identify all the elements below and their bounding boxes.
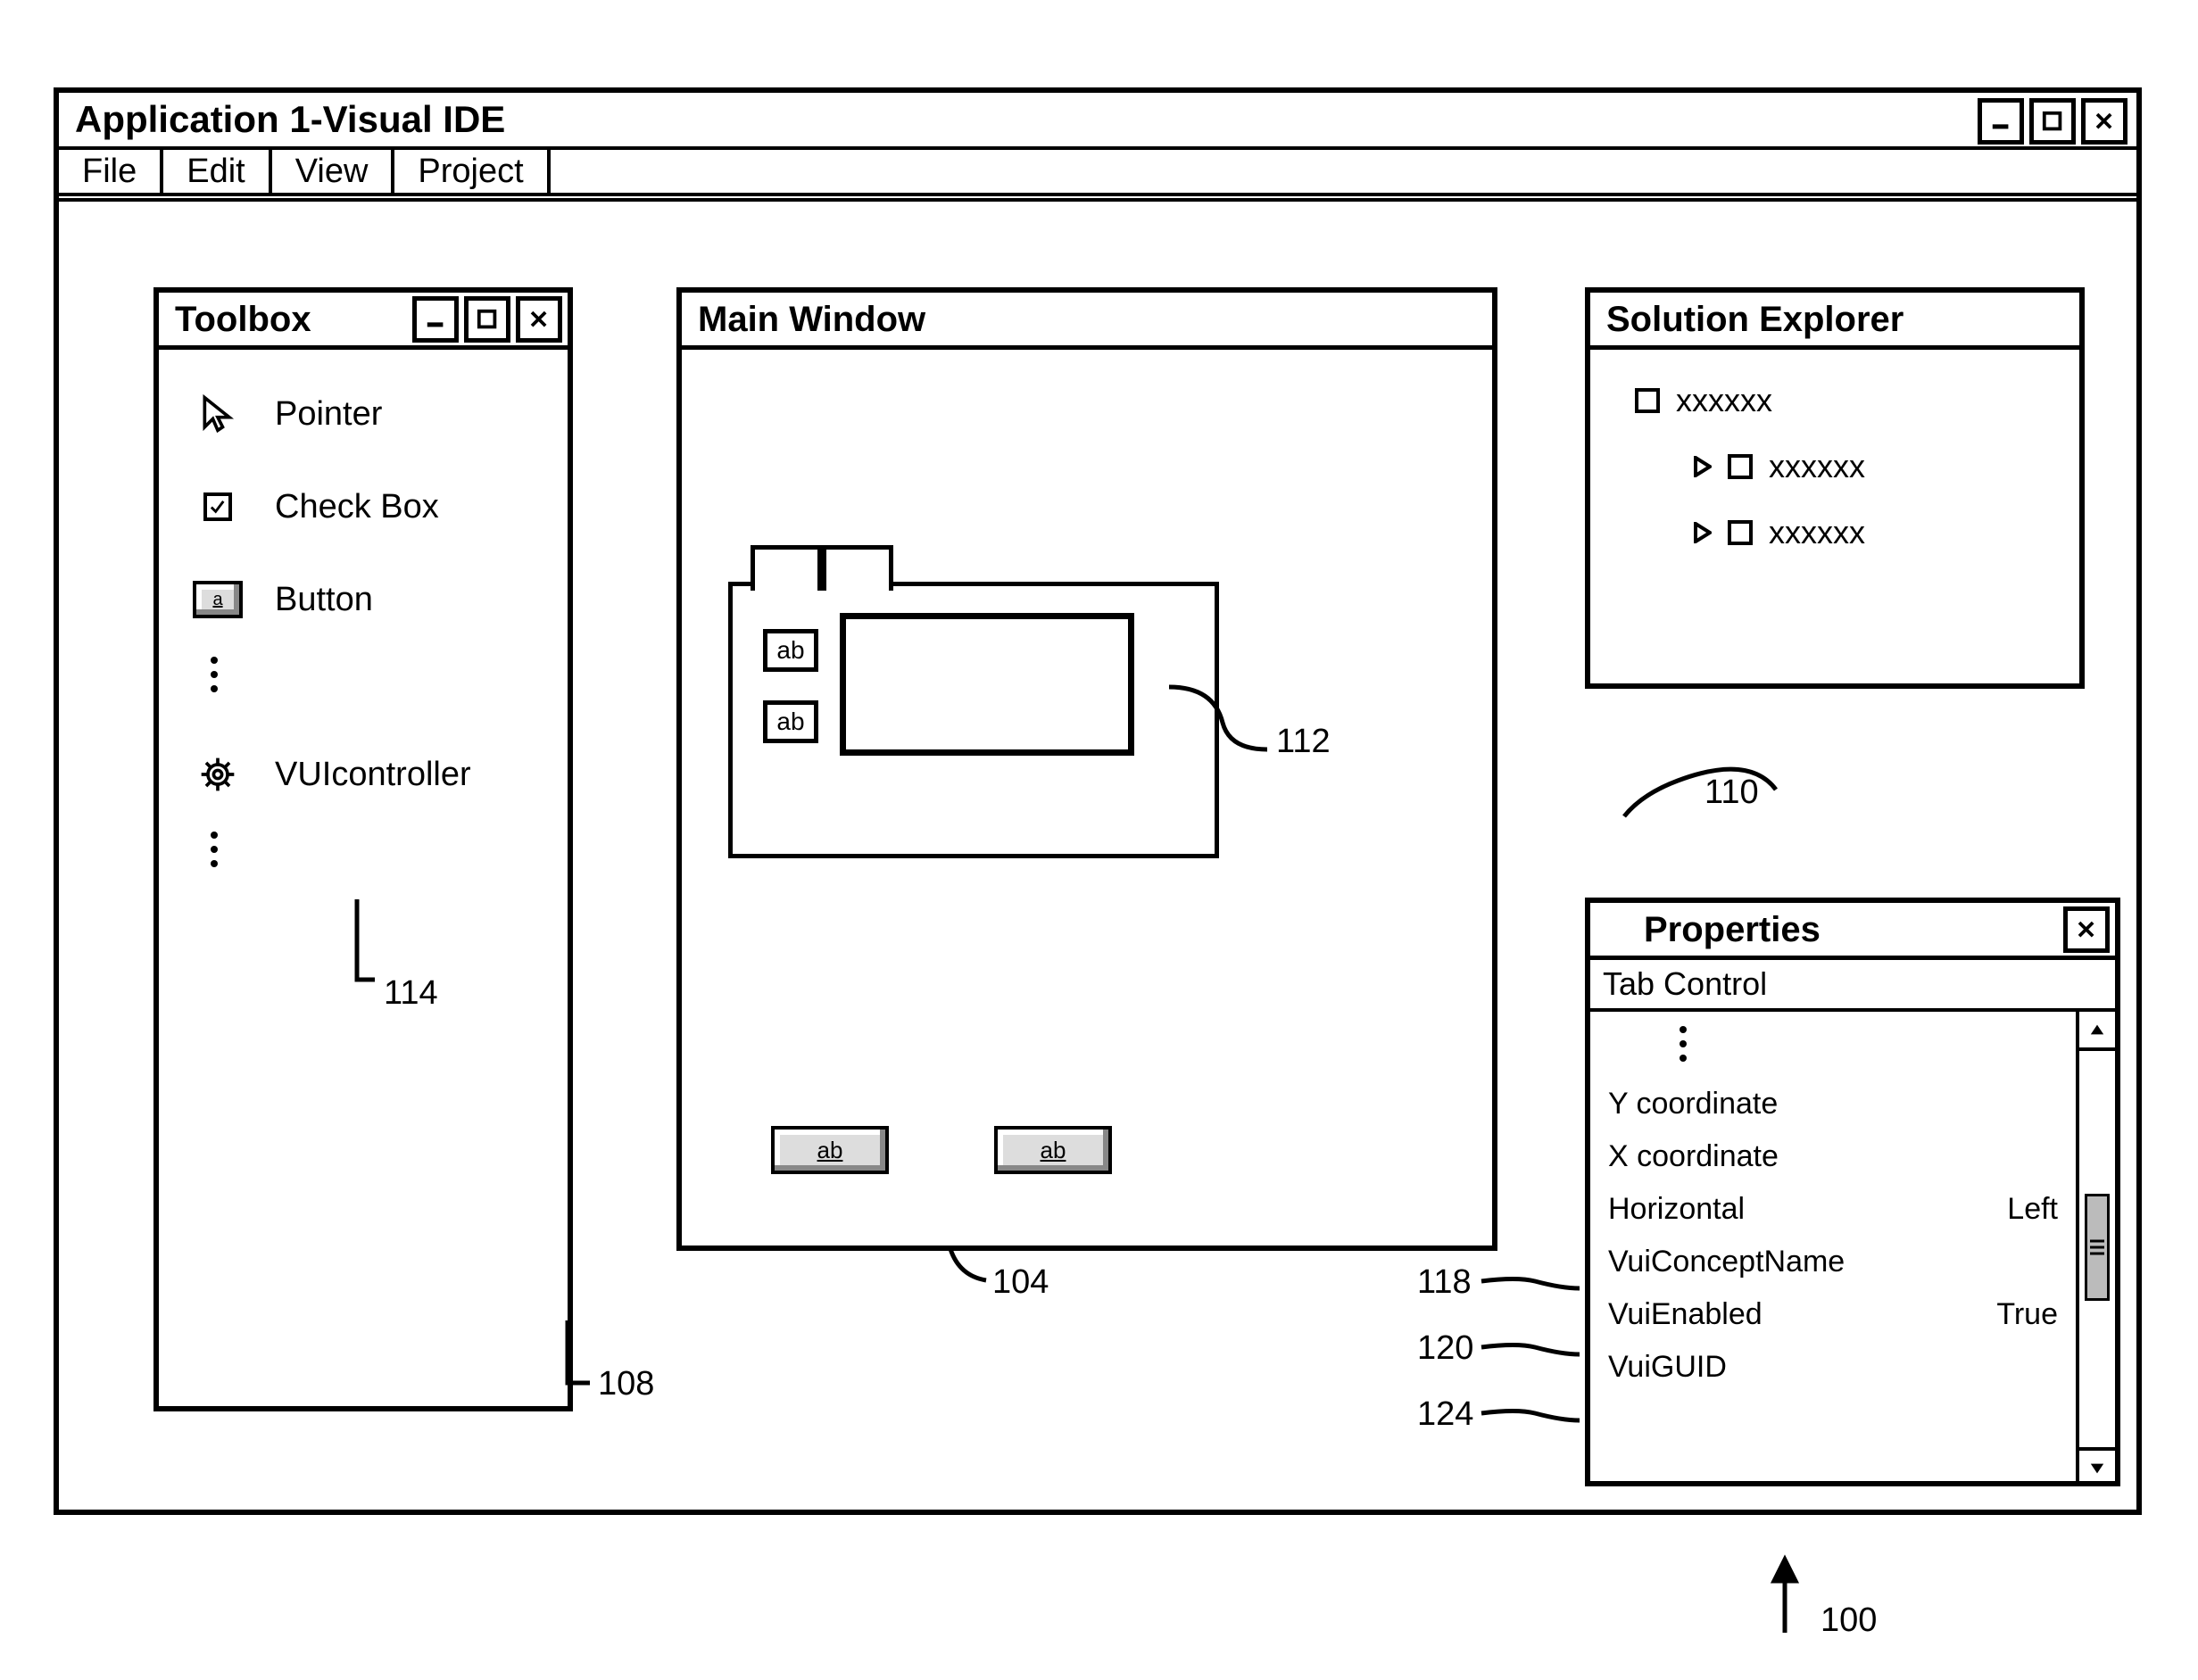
gear-icon bbox=[193, 749, 243, 799]
textbox-control[interactable]: ab bbox=[763, 700, 818, 743]
app-title: Application 1-Visual IDE bbox=[75, 98, 505, 141]
tab-control[interactable]: ab ab bbox=[728, 582, 1219, 858]
property-row[interactable]: VuiGUID bbox=[1608, 1341, 2058, 1394]
expand-icon[interactable] bbox=[1694, 522, 1712, 543]
tool-label: Pointer bbox=[275, 395, 382, 434]
textbox-control[interactable]: ab bbox=[763, 629, 818, 672]
property-row[interactable]: VuiConceptName bbox=[1608, 1236, 2058, 1288]
checkbox-icon bbox=[193, 482, 243, 532]
tool-checkbox[interactable]: Check Box bbox=[177, 460, 550, 553]
properties-title-bar: Properties bbox=[1590, 903, 2115, 960]
toolbox-close-button[interactable] bbox=[516, 296, 562, 343]
callout-110: 110 bbox=[1704, 774, 1759, 812]
toolbox-panel: Toolbox Pointer bbox=[153, 287, 573, 1411]
property-row[interactable]: VuiEnabledTrue bbox=[1608, 1288, 2058, 1341]
menu-view[interactable]: View bbox=[272, 150, 395, 193]
pointer-icon bbox=[193, 389, 243, 439]
callout-124: 124 bbox=[1417, 1395, 1473, 1434]
menu-project[interactable]: Project bbox=[394, 150, 550, 193]
tool-label: VUIcontroller bbox=[275, 756, 471, 794]
callout-104: 104 bbox=[992, 1263, 1049, 1302]
node-icon bbox=[1635, 388, 1660, 413]
properties-panel: Properties Tab Control Y coordinate X co… bbox=[1585, 898, 2120, 1486]
button-control[interactable]: ab bbox=[771, 1126, 889, 1174]
ellipsis-icon bbox=[177, 657, 550, 692]
solution-explorer-title-bar: Solution Explorer bbox=[1590, 293, 2079, 350]
menubar: File Edit View Project bbox=[59, 150, 2136, 196]
tool-label: Check Box bbox=[275, 488, 439, 526]
main-window-title-bar: Main Window bbox=[682, 293, 1492, 350]
main-window-panel: Main Window ab ab ab ab bbox=[676, 287, 1497, 1251]
ellipsis-icon bbox=[1608, 1026, 2058, 1062]
callout-118: 118 bbox=[1417, 1263, 1472, 1302]
scroll-down-icon[interactable] bbox=[2079, 1447, 2115, 1486]
callout-108: 108 bbox=[598, 1365, 654, 1403]
tree-root[interactable]: xxxxxx bbox=[1608, 368, 2061, 434]
menu-file[interactable]: File bbox=[59, 150, 163, 193]
toolbox-title-bar: Toolbox bbox=[159, 293, 568, 350]
maximize-button[interactable] bbox=[2029, 98, 2076, 145]
tool-pointer[interactable]: Pointer bbox=[177, 368, 550, 460]
toolbox-maximize-button[interactable] bbox=[464, 296, 510, 343]
property-row[interactable]: X coordinate bbox=[1608, 1130, 2058, 1183]
toolbox-title: Toolbox bbox=[175, 300, 311, 339]
properties-selected-object[interactable]: Tab Control bbox=[1590, 960, 2115, 1012]
tool-vuicontroller[interactable]: VUIcontroller bbox=[177, 728, 550, 821]
toolbox-minimize-button[interactable] bbox=[412, 296, 459, 343]
scroll-thumb[interactable] bbox=[2085, 1194, 2110, 1301]
property-row[interactable]: Y coordinate bbox=[1608, 1078, 2058, 1130]
tool-button[interactable]: a Button bbox=[177, 553, 550, 646]
solution-explorer-title: Solution Explorer bbox=[1606, 300, 1904, 339]
property-row[interactable]: HorizontalLeft bbox=[1608, 1183, 2058, 1236]
workspace: Toolbox Pointer bbox=[59, 202, 2136, 1510]
callout-112: 112 bbox=[1276, 723, 1331, 761]
properties-title: Properties bbox=[1644, 910, 1821, 949]
tool-label: Button bbox=[275, 581, 373, 619]
node-icon bbox=[1728, 454, 1753, 479]
app-window: Application 1-Visual IDE File Edit View … bbox=[54, 87, 2142, 1515]
minimize-button[interactable] bbox=[1978, 98, 2024, 145]
callout-120: 120 bbox=[1417, 1329, 1473, 1368]
tree-label: xxxxxx bbox=[1676, 382, 1772, 419]
scroll-track[interactable] bbox=[2079, 1051, 2115, 1447]
menu-edit[interactable]: Edit bbox=[163, 150, 271, 193]
callout-100: 100 bbox=[1821, 1601, 1877, 1640]
main-window-title: Main Window bbox=[698, 300, 925, 339]
ellipsis-icon bbox=[177, 832, 550, 867]
tree-child[interactable]: xxxxxx bbox=[1608, 500, 2061, 566]
close-button[interactable] bbox=[2081, 98, 2127, 145]
panel-control[interactable] bbox=[840, 613, 1134, 756]
tree-label: xxxxxx bbox=[1769, 448, 1865, 485]
app-titlebar: Application 1-Visual IDE bbox=[59, 93, 2136, 150]
scroll-up-icon[interactable] bbox=[2079, 1012, 2115, 1051]
solution-explorer-panel: Solution Explorer xxxxxx xxxxxx bbox=[1585, 287, 2085, 689]
callout-114: 114 bbox=[384, 974, 438, 1013]
button-icon: a bbox=[193, 575, 243, 625]
node-icon bbox=[1728, 520, 1753, 545]
tree-label: xxxxxx bbox=[1769, 514, 1865, 551]
form-designer[interactable]: ab ab ab ab bbox=[682, 350, 1492, 1303]
tree-child[interactable]: xxxxxx bbox=[1608, 434, 2061, 500]
properties-list: Y coordinate X coordinate HorizontalLeft… bbox=[1590, 1012, 2076, 1486]
properties-close-button[interactable] bbox=[2063, 906, 2110, 953]
properties-scrollbar[interactable] bbox=[2076, 1012, 2115, 1486]
button-control[interactable]: ab bbox=[994, 1126, 1112, 1174]
expand-icon[interactable] bbox=[1694, 456, 1712, 477]
